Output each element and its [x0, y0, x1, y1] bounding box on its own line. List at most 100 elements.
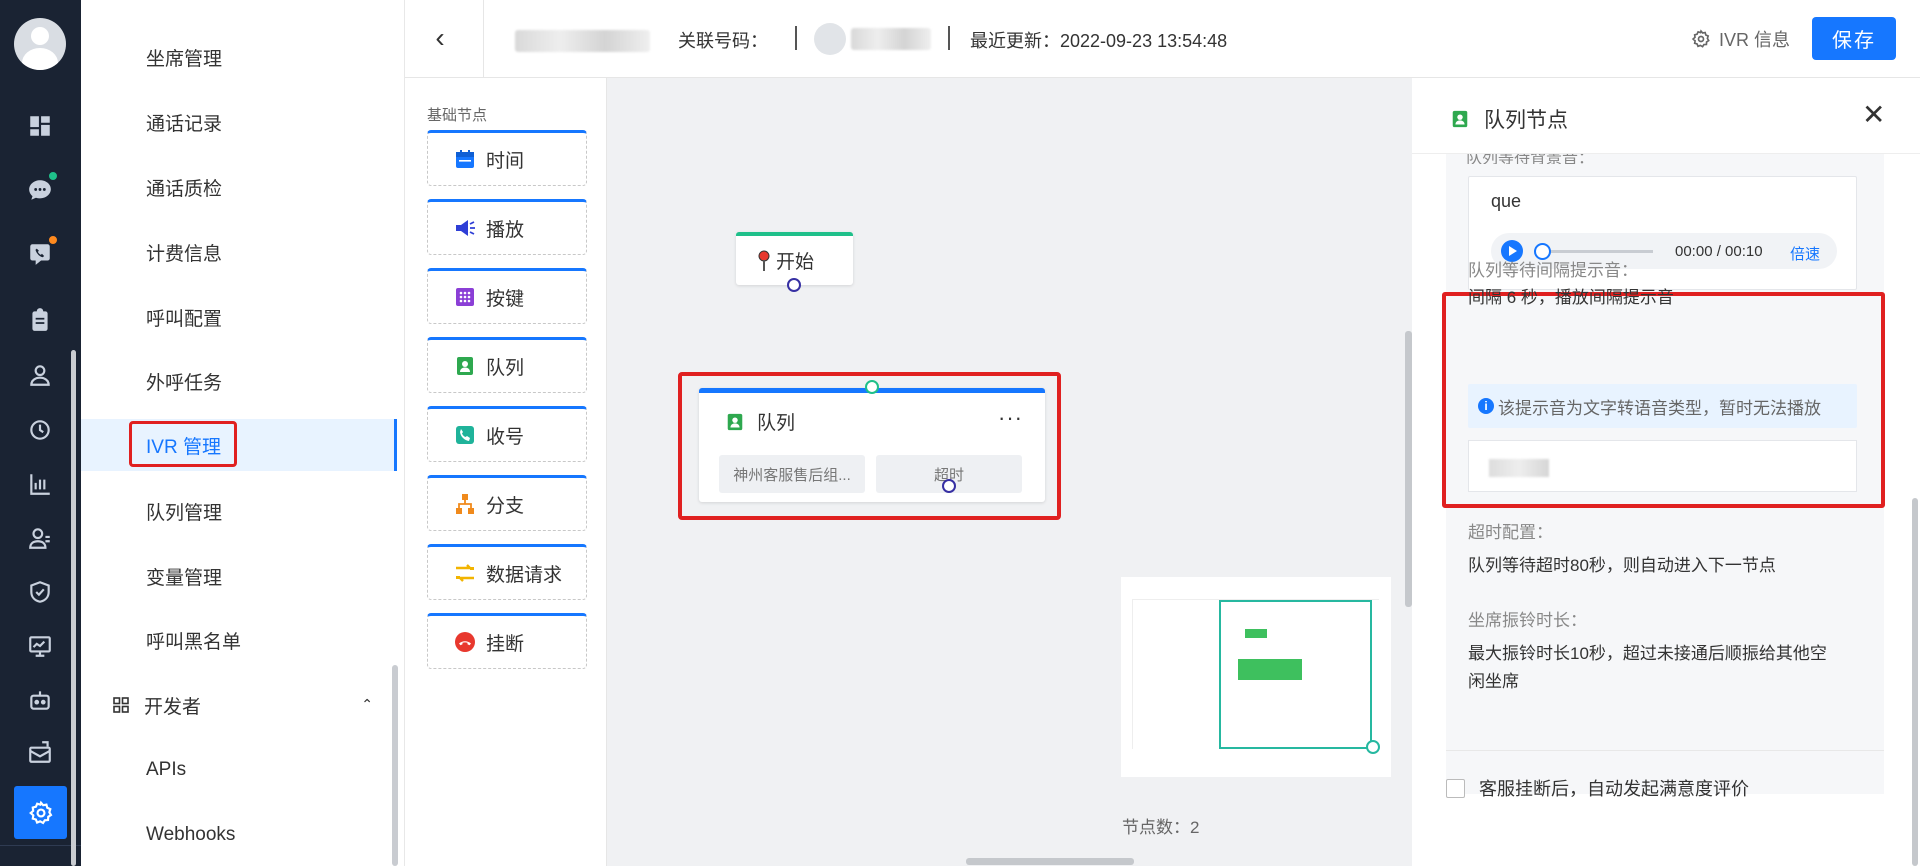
queue-node-header: 队列	[725, 408, 795, 435]
online-status-dot	[47, 170, 59, 182]
info-icon: i	[1478, 398, 1494, 414]
calendar-icon	[454, 148, 476, 170]
highlight-box	[129, 421, 237, 467]
menu-item-billing[interactable]: 计费信息	[81, 226, 395, 278]
minimap-resize-handle[interactable]	[1366, 740, 1380, 754]
mailbox-icon[interactable]	[26, 738, 54, 766]
palette-title: 基础节点	[427, 107, 488, 124]
back-arrow-icon[interactable]: ‹	[423, 22, 457, 56]
top-bar: ‹ 关联号码： 最近更新：2022-09-23 13:54:48 IVR 信息 …	[405, 0, 1920, 78]
ivr-info-button[interactable]: IVR 信息	[1691, 26, 1790, 52]
tts-tip: i 该提示音为文字转语音类型，暂时无法播放	[1468, 384, 1857, 428]
side-menu: 坐席管理 通话记录 通话质检 计费信息 呼叫配置 外呼任务 IVR 管理 队列管…	[81, 0, 405, 866]
palette-item-hangup[interactable]: 挂断	[427, 613, 587, 669]
queue-icon	[454, 355, 476, 377]
redacted-ivr-name	[515, 30, 650, 52]
node-detail-panel: 队列等待背景音： 队列节点 ✕ que 00:00 / 00:10 倍速 队列等…	[1412, 78, 1920, 866]
shield-icon[interactable]	[26, 578, 54, 606]
user-avatar[interactable]	[14, 18, 66, 70]
satisfaction-checkbox[interactable]	[1446, 778, 1465, 798]
redacted-prompt-text	[1468, 440, 1857, 492]
menu-item-outbound-tasks[interactable]: 外呼任务	[81, 355, 395, 407]
speaker-icon	[454, 217, 476, 239]
related-number-label: 关联号码：	[678, 31, 768, 51]
more-icon[interactable]: ···	[998, 405, 1023, 431]
menu-item-variable-management[interactable]: 变量管理	[81, 550, 395, 602]
start-node-output-port[interactable]	[787, 278, 801, 292]
keypad-icon	[454, 286, 476, 308]
palette-item-collect-digits[interactable]: 收号	[427, 406, 587, 462]
interval-prompt-value: 间隔 6 秒，播放间隔提示音	[1468, 288, 1674, 307]
canvas-vertical-scrollbar[interactable]	[1405, 331, 1412, 607]
ring-duration-value: 最大振铃时长10秒，超过未接通后顺振给其他空闲坐席	[1468, 644, 1827, 691]
pin-icon	[758, 250, 770, 271]
interval-prompt-label: 队列等待间隔提示音：	[1468, 261, 1638, 280]
queue-node[interactable]: 队列 ··· 神州客服售后组... 超时	[699, 388, 1045, 502]
menu-item-webhooks[interactable]: Webhooks	[81, 809, 395, 861]
gear-icon	[1691, 29, 1710, 48]
panel-header: 队列节点 ✕	[1412, 78, 1920, 154]
menu-group-developer[interactable]: 开发者 ⌃	[81, 680, 395, 730]
menu-item-queue-management[interactable]: 队列管理	[81, 485, 395, 537]
divider	[483, 0, 484, 78]
palette-item-queue[interactable]: 队列	[427, 337, 587, 393]
user-icon[interactable]	[26, 361, 54, 389]
redacted-related-number	[851, 28, 931, 50]
queue-target-chip[interactable]: 神州客服售后组...	[719, 455, 865, 493]
queue-icon	[1452, 110, 1468, 128]
menu-item-seat-management[interactable]: 坐席管理	[81, 31, 395, 83]
contacts-icon[interactable]	[26, 524, 54, 552]
flow-canvas[interactable]: 开始 队列 ··· 神州客服售后组... 超时 节点数：2	[607, 78, 1412, 866]
playback-speed-button[interactable]: 倍速	[1790, 243, 1820, 264]
menu-item-call-quality[interactable]: 通话质检	[81, 161, 395, 213]
ring-duration-label: 坐席振铃时长：	[1468, 611, 1587, 630]
close-icon[interactable]: ✕	[1862, 98, 1885, 131]
menu-item-call-config[interactable]: 呼叫配置	[81, 291, 395, 343]
history-icon[interactable]	[26, 416, 54, 444]
palette-item-data-request[interactable]: 数据请求	[427, 544, 587, 600]
minimap-node	[1238, 659, 1302, 680]
separator	[948, 26, 950, 50]
divider	[1446, 750, 1884, 751]
minimap[interactable]	[1121, 577, 1391, 777]
queue-icon	[727, 413, 743, 430]
menu-item-call-records[interactable]: 通话记录	[81, 96, 395, 148]
palette-item-time[interactable]: 时间	[427, 130, 587, 186]
node-palette: 基础节点 时间 播放 按键 队列 收号 分支 数据请求 挂断	[405, 78, 607, 866]
palette-item-play[interactable]: 播放	[427, 199, 587, 255]
rail-scrollbar[interactable]	[71, 350, 76, 866]
palette-item-branch[interactable]: 分支	[427, 475, 587, 531]
queue-node-input-port[interactable]	[865, 380, 879, 394]
menu-scrollbar[interactable]	[392, 665, 398, 866]
audio-time: 00:00 / 00:10	[1675, 243, 1763, 260]
rail-divider	[0, 845, 81, 846]
monitor-icon[interactable]	[26, 632, 54, 660]
data-request-icon	[454, 562, 476, 584]
branch-icon	[454, 493, 476, 515]
timeout-output-port[interactable]	[942, 479, 956, 493]
settings-icon[interactable]	[14, 786, 67, 839]
dashboard-icon[interactable]	[26, 112, 54, 140]
separator	[795, 26, 797, 50]
icon-rail	[0, 0, 81, 866]
minimap-node	[1245, 629, 1267, 638]
panel-scrollbar[interactable]	[1912, 498, 1918, 866]
satisfaction-survey-option[interactable]: 客服挂断后，自动发起满意度评价	[1446, 775, 1749, 801]
menu-item-blacklist[interactable]: 呼叫黑名单	[81, 614, 395, 666]
bar-chart-icon[interactable]	[26, 470, 54, 498]
palette-item-keypress[interactable]: 按键	[427, 268, 587, 324]
robot-icon[interactable]	[26, 686, 54, 714]
clipboard-icon[interactable]	[26, 306, 54, 334]
menu-item-ivr-management[interactable]: IVR 管理	[81, 419, 397, 471]
menu-item-apis[interactable]: APIs	[81, 744, 395, 796]
last-update-label: 最近更新：2022-09-23 13:54:48	[970, 31, 1228, 51]
canvas-horizontal-scrollbar[interactable]	[966, 858, 1134, 865]
chevron-up-icon[interactable]: ⌃	[361, 696, 373, 713]
panel-title: 队列节点	[1450, 104, 1568, 134]
audio-progress-track[interactable]	[1543, 250, 1653, 253]
node-count: 节点数：2	[1122, 818, 1200, 837]
hangup-icon	[454, 631, 476, 653]
busy-status-dot	[47, 234, 59, 246]
redacted-text	[1489, 459, 1549, 477]
save-button[interactable]: 保存	[1812, 17, 1896, 60]
